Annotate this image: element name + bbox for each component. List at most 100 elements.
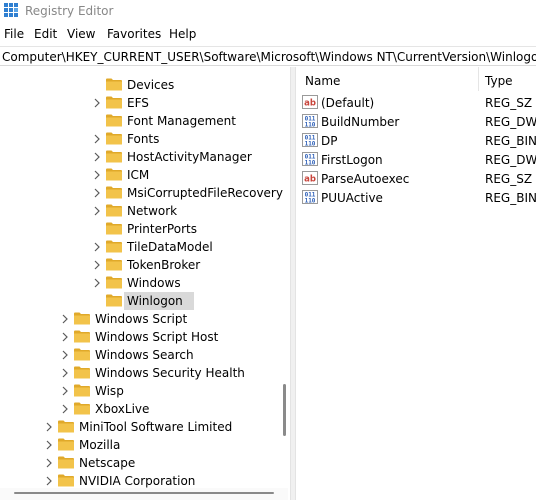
tree-item[interactable]: Wisp (0, 382, 280, 400)
tree-item-label: Windows Script (95, 312, 188, 326)
tree-item[interactable]: Netscape (0, 454, 280, 472)
tree-item[interactable]: Winlogon (0, 292, 280, 310)
registry-tree[interactable]: Devices EFS Font Management Fonts HostActivi… (0, 67, 290, 500)
values-list[interactable]: Name Type ab (Default) REG_SZ 011 110 BuildNu… (296, 67, 536, 500)
tree-item[interactable]: ICM (0, 166, 280, 184)
title-bar: Registry Editor (0, 0, 536, 24)
svg-text:ab: ab (304, 99, 316, 109)
binary-value-icon: 011 110 (302, 190, 318, 205)
chevron-right-icon[interactable] (92, 241, 102, 253)
tree-item-label: HostActivityManager (127, 150, 252, 164)
folder-icon (58, 456, 74, 469)
tree-scroll-thumb[interactable] (283, 384, 286, 436)
value-type: REG_SZ (485, 172, 533, 186)
svg-text:ab: ab (304, 175, 316, 185)
folder-icon (74, 384, 90, 397)
value-row[interactable]: ab (Default) REG_SZ (296, 93, 536, 112)
chevron-right-icon[interactable] (60, 385, 70, 397)
chevron-right-icon[interactable] (92, 97, 102, 109)
tree-item[interactable]: XboxLive (0, 400, 280, 418)
chevron-right-icon[interactable] (60, 313, 70, 325)
chevron-right-icon[interactable] (60, 349, 70, 361)
chevron-right-icon[interactable] (44, 457, 54, 469)
menu-edit[interactable]: Edit (34, 27, 57, 41)
tree-item-label: Fonts (127, 132, 160, 146)
chevron-right-icon[interactable] (92, 259, 102, 271)
column-header-name[interactable]: Name (305, 74, 340, 88)
column-divider[interactable] (478, 67, 479, 91)
chevron-right-icon[interactable] (44, 475, 54, 487)
tree-item[interactable]: EFS (0, 94, 280, 112)
value-type: REG_DWO (485, 115, 536, 129)
tree-item[interactable]: Devices (0, 76, 280, 94)
menu-bar: File Edit View Favorites Help (0, 27, 536, 45)
tree-item-label: Netscape (79, 456, 136, 470)
value-row[interactable]: 011110DP REG_BINA (296, 131, 536, 150)
chevron-right-icon[interactable] (92, 151, 102, 163)
tree-item[interactable]: Fonts (0, 130, 280, 148)
menu-file[interactable]: File (4, 27, 24, 41)
value-name: FirstLogon (321, 153, 383, 167)
value-name: (Default) (321, 96, 375, 110)
tree-item-label: TokenBroker (127, 258, 201, 272)
folder-icon (106, 168, 122, 181)
menu-help[interactable]: Help (169, 27, 196, 41)
registry-editor-icon (4, 3, 18, 17)
tree-item-label: MsiCorruptedFileRecovery (127, 186, 283, 200)
tree-item[interactable]: MsiCorruptedFileRecovery (0, 184, 283, 202)
chevron-right-icon[interactable] (60, 403, 70, 415)
svg-text:110: 110 (305, 198, 316, 205)
tree-item-label: Windows Script Host (95, 330, 219, 344)
tree-item[interactable]: Windows (0, 274, 280, 292)
value-name: DP (321, 134, 338, 148)
value-name: PUUActive (321, 191, 383, 205)
address-bar[interactable]: Computer\HKEY_CURRENT_USER\Software\Micr… (0, 46, 536, 66)
chevron-right-icon[interactable] (60, 331, 70, 343)
value-row[interactable]: ab ParseAutoexec REG_SZ (296, 169, 536, 188)
folder-icon (106, 78, 122, 91)
tree-item[interactable]: HostActivityManager (0, 148, 280, 166)
tree-item[interactable]: Mozilla (0, 436, 280, 454)
tree-item-label: PrinterPorts (127, 222, 197, 236)
tree-item-label: NVIDIA Corporation (79, 474, 196, 488)
string-value-icon: ab (302, 171, 318, 185)
chevron-right-icon[interactable] (60, 367, 70, 379)
tree-item-label: Windows (127, 276, 181, 290)
chevron-right-icon[interactable] (92, 133, 102, 145)
chevron-right-icon[interactable] (92, 187, 102, 199)
tree-horizontal-scrollbar[interactable] (0, 488, 288, 500)
folder-icon (106, 150, 122, 163)
tree-item[interactable]: Windows Script (0, 310, 280, 328)
tree-item[interactable]: PrinterPorts (0, 220, 280, 238)
tree-item[interactable]: TileDataModel (0, 238, 280, 256)
chevron-right-icon[interactable] (44, 439, 54, 451)
tree-item-label: Wisp (95, 384, 124, 398)
address-path[interactable]: Computer\HKEY_CURRENT_USER\Software\Micr… (2, 50, 536, 64)
chevron-right-icon[interactable] (92, 277, 102, 289)
value-row[interactable]: 011110FirstLogon REG_DWO (296, 150, 536, 169)
value-name: BuildNumber (321, 115, 400, 129)
svg-text:110: 110 (305, 160, 316, 167)
tree-item[interactable]: Windows Search (0, 346, 280, 364)
folder-icon (106, 132, 122, 145)
chevron-right-icon[interactable] (92, 169, 102, 181)
chevron-right-icon[interactable] (44, 421, 54, 433)
value-row[interactable]: 011110PUUActive REG_BINA (296, 188, 536, 207)
tree-item[interactable]: Font Management (0, 112, 280, 130)
binary-value-icon: 011 110 (302, 133, 318, 148)
column-header-type[interactable]: Type (485, 74, 513, 88)
tree-item[interactable]: Windows Script Host (0, 328, 280, 346)
tree-item[interactable]: Network (0, 202, 280, 220)
chevron-right-icon[interactable] (92, 205, 102, 217)
folder-icon (74, 402, 90, 415)
tree-item[interactable]: Windows Security Health (0, 364, 280, 382)
tree-item[interactable]: MiniTool Software Limited (0, 418, 280, 436)
tree-item[interactable]: TokenBroker (0, 256, 280, 274)
folder-icon (106, 276, 122, 289)
menu-favorites[interactable]: Favorites (107, 27, 161, 41)
tree-hscroll-thumb[interactable] (14, 492, 274, 494)
menu-view[interactable]: View (67, 27, 95, 41)
folder-icon (106, 186, 122, 199)
value-type: REG_BINA (485, 191, 536, 205)
value-row[interactable]: 011110BuildNumber REG_DWO (296, 112, 536, 131)
